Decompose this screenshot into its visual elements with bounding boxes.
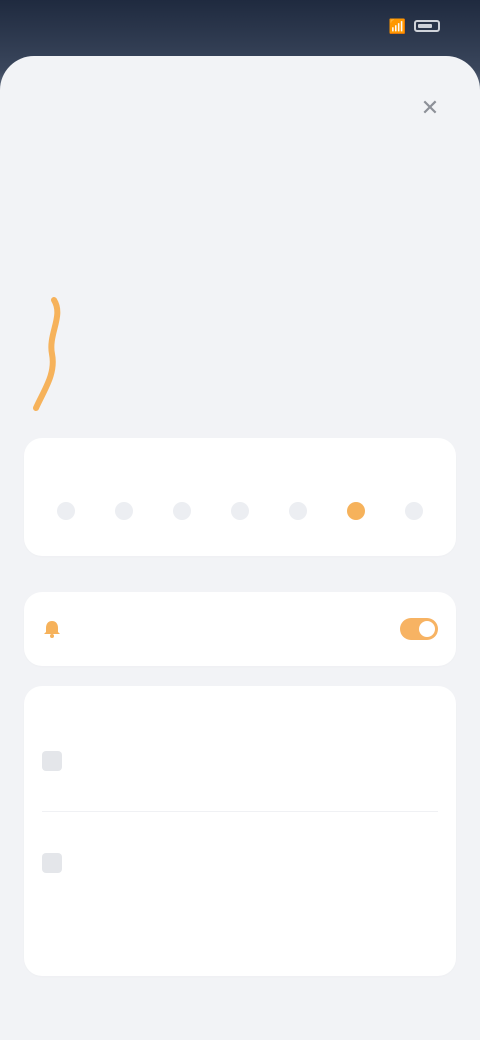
day-dot [347, 502, 365, 520]
close-icon: ✕ [420, 95, 440, 120]
day-item [160, 496, 204, 520]
day-item-today [334, 496, 378, 520]
day-item [44, 496, 88, 520]
day-dot [115, 502, 133, 520]
day-item [276, 496, 320, 520]
sheet-header: ✕ [0, 86, 480, 126]
goal-icon [42, 853, 62, 873]
reminder-card[interactable] [24, 592, 456, 666]
status-icons: 📶 [389, 18, 440, 35]
goals-card [24, 686, 456, 976]
close-button[interactable]: ✕ [416, 94, 444, 122]
day-item [392, 496, 436, 520]
day-dot [173, 502, 191, 520]
goal-text [80, 759, 402, 763]
goal-row[interactable] [42, 710, 438, 812]
reminder-toggle[interactable] [400, 618, 438, 640]
hero-section [0, 236, 480, 416]
goal-icon [42, 750, 62, 771]
day-dot [289, 502, 307, 520]
day-item [218, 496, 262, 520]
signal-icon: 📶 [388, 17, 406, 34]
status-bar: 📶 [0, 0, 480, 52]
battery-icon [414, 20, 440, 32]
day-item [102, 496, 146, 520]
weekly-card [24, 438, 456, 556]
days-row [42, 496, 438, 520]
day-dot [231, 502, 249, 520]
bottom-sheet: ✕ [0, 56, 480, 1040]
goal-text [80, 861, 402, 865]
day-dot [405, 502, 423, 520]
goal-row[interactable] [42, 812, 438, 914]
day-dot [57, 502, 75, 520]
bell-icon [44, 621, 60, 638]
